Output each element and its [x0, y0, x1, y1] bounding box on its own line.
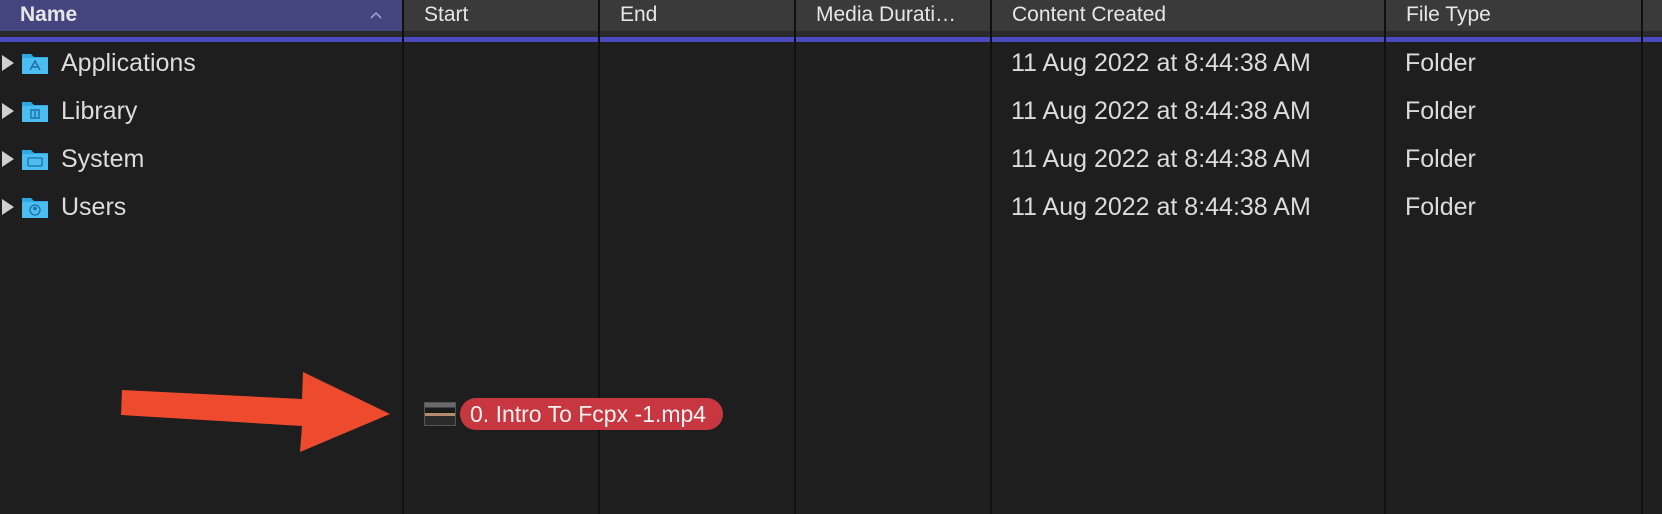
- row-name: Applications: [61, 49, 196, 77]
- column-header-end-label: End: [620, 3, 658, 26]
- row-file-type: Folder: [1405, 49, 1476, 77]
- annotation-arrow-icon: [121, 372, 390, 452]
- dragged-file-label: 0. Intro To Fcpx -1.mp4: [460, 398, 724, 430]
- chevron-up-icon: [370, 11, 382, 19]
- row-file-type: Folder: [1405, 193, 1476, 221]
- row-name: Users: [61, 193, 127, 221]
- row-content-created: 11 Aug 2022 at 8:44:38 AM: [1011, 97, 1311, 125]
- row-content-created: 11 Aug 2022 at 8:44:38 AM: [1011, 145, 1311, 173]
- column-header-start-label: Start: [424, 3, 469, 26]
- row-name: System: [61, 145, 145, 173]
- column-header-end[interactable]: End: [600, 0, 794, 31]
- column-header-file-type[interactable]: File Type: [1386, 0, 1642, 31]
- row-name: Library: [61, 97, 138, 125]
- disclosure-triangle-icon[interactable]: [2, 151, 14, 167]
- table-row[interactable]: System 11 Aug 2022 at 8:44:38 AM Folder: [0, 135, 1662, 183]
- column-header-file-type-label: File Type: [1406, 3, 1491, 26]
- table-row[interactable]: Users 11 Aug 2022 at 8:44:38 AM Folder: [0, 183, 1662, 231]
- system-folder-icon: [22, 150, 48, 170]
- column-header-start[interactable]: Start: [404, 0, 598, 31]
- column-header-name[interactable]: Name: [0, 0, 402, 31]
- column-header-content-created[interactable]: Content Created: [992, 0, 1384, 31]
- library-folder-icon: [22, 102, 48, 122]
- column-header-name-label: Name: [20, 3, 78, 26]
- applications-folder-icon: [22, 54, 48, 74]
- disclosure-triangle-icon[interactable]: [2, 103, 14, 119]
- disclosure-triangle-icon[interactable]: [2, 199, 14, 215]
- row-file-type: Folder: [1405, 97, 1476, 125]
- row-file-type: Folder: [1405, 145, 1476, 173]
- users-folder-icon: [22, 198, 48, 218]
- video-thumbnail-icon: [424, 402, 456, 426]
- column-header-content-created-label: Content Created: [1012, 3, 1167, 26]
- row-content-created: 11 Aug 2022 at 8:44:38 AM: [1011, 193, 1311, 221]
- column-header-media-duration[interactable]: Media Durati…: [796, 0, 990, 31]
- table-row[interactable]: Applications 11 Aug 2022 at 8:44:38 AM F…: [0, 39, 1662, 87]
- disclosure-triangle-icon[interactable]: [2, 55, 14, 71]
- column-header-media-duration-label: Media Durati…: [816, 3, 957, 26]
- table-row[interactable]: Library 11 Aug 2022 at 8:44:38 AM Folder: [0, 87, 1662, 135]
- row-content-created: 11 Aug 2022 at 8:44:38 AM: [1011, 49, 1311, 77]
